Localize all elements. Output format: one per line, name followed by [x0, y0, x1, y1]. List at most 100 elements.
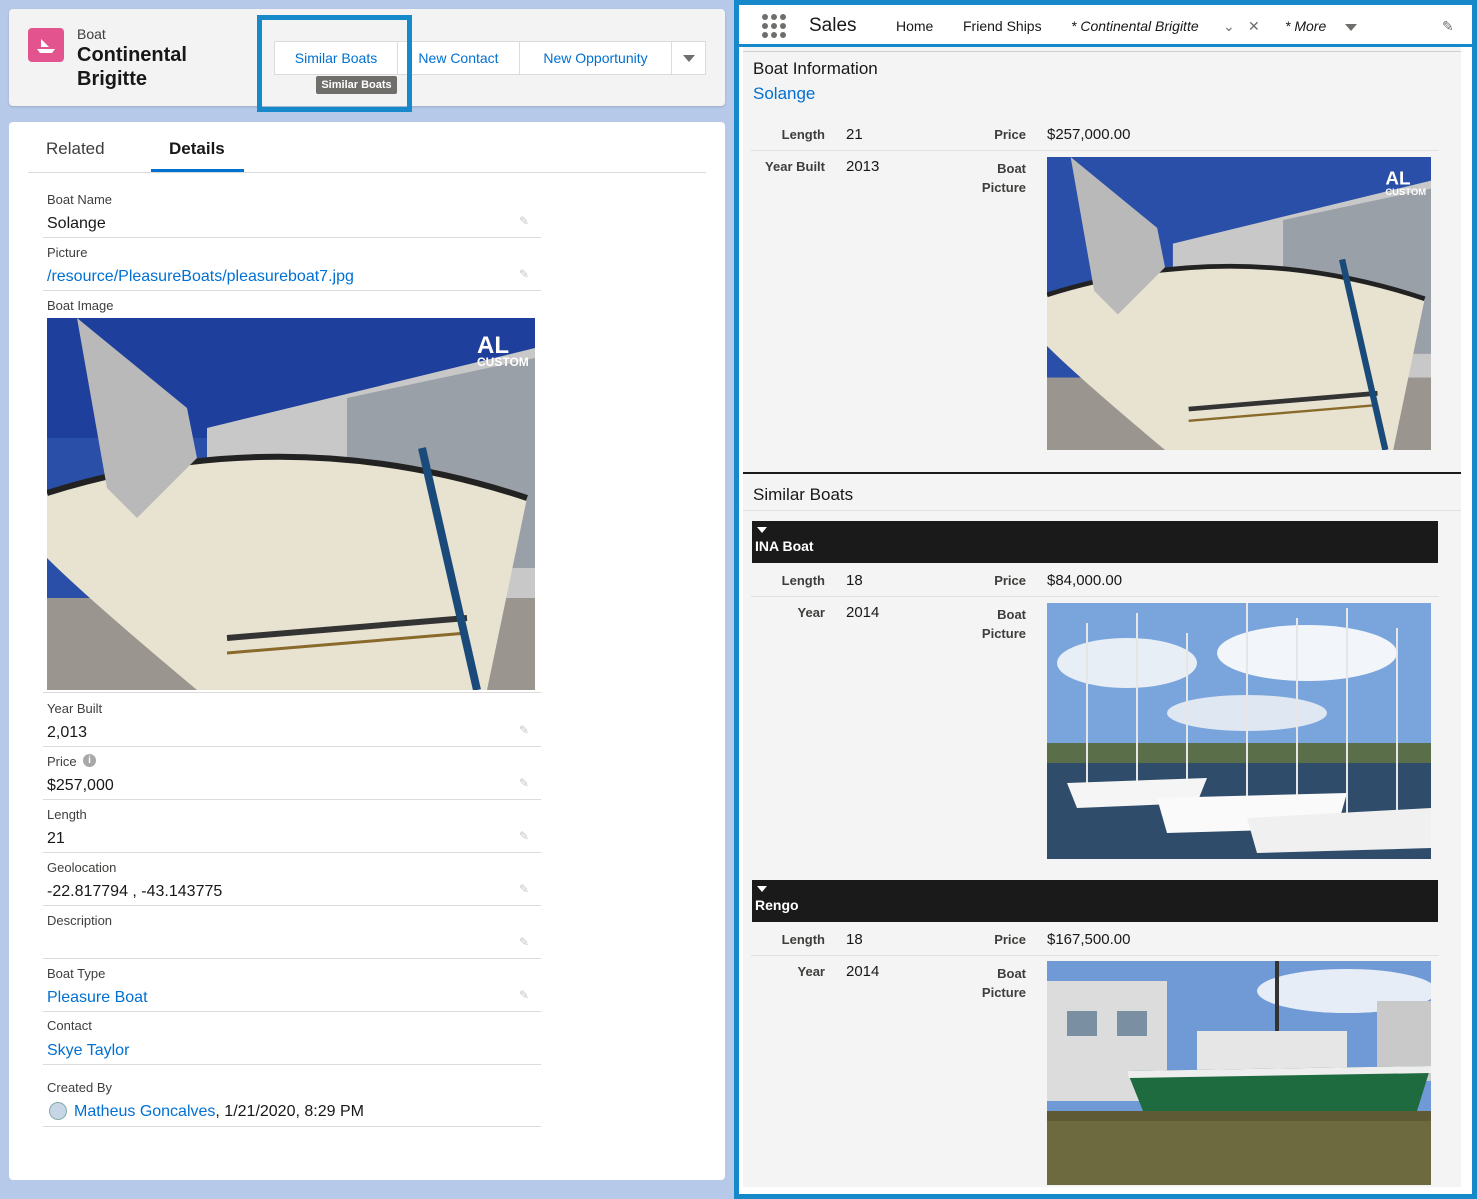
- similar-boats-heading: Similar Boats: [753, 485, 854, 504]
- boat-name-label: Boat Name: [47, 192, 113, 207]
- info-icon[interactable]: i: [83, 754, 96, 767]
- boat-picture: AL CUSTOM: [1047, 157, 1431, 450]
- price-value: $257,000.00: [1047, 126, 1131, 143]
- length-label: Length: [781, 932, 825, 947]
- geolocation-value: -22.817794 , -43.143775: [47, 883, 223, 900]
- similar-boat-header[interactable]: INA Boat: [752, 521, 1438, 563]
- boat-picture: [1047, 603, 1431, 859]
- year-value: 2013: [846, 158, 880, 175]
- details-card: Related Details Boat Name Solange ✎ Pict…: [9, 122, 725, 1180]
- year-label: Year: [797, 964, 825, 979]
- length-value: 21: [846, 126, 863, 143]
- chevron-down-icon[interactable]: ⌄: [1223, 18, 1235, 35]
- boat-image: AL CUSTOM: [47, 318, 535, 690]
- divider: [43, 1126, 541, 1127]
- svg-text:CUSTOM: CUSTOM: [1385, 187, 1426, 198]
- highlight-box: [257, 15, 412, 112]
- divider: [743, 472, 1461, 474]
- boat-info-heading: Boat Information: [753, 59, 878, 78]
- divider: [751, 955, 1439, 956]
- record-page: Boat Continental Brigitte Similar Boats …: [0, 0, 734, 1199]
- close-icon[interactable]: ✕: [1248, 18, 1260, 35]
- boat-icon: [28, 28, 64, 62]
- edit-icon[interactable]: ✎: [519, 935, 529, 949]
- divider: [43, 852, 541, 853]
- price-value: $167,500.00: [1047, 931, 1131, 948]
- chevron-down-icon[interactable]: [757, 886, 767, 892]
- created-by-date: , 1/21/2020, 8:29 PM: [215, 1103, 364, 1120]
- contact-link[interactable]: Skye Taylor: [47, 1042, 129, 1060]
- length-value: 18: [846, 572, 863, 589]
- edit-icon[interactable]: ✎: [519, 988, 529, 1002]
- chevron-down-icon[interactable]: [757, 527, 767, 533]
- boat-picture-label: Boat Picture: [981, 161, 1026, 195]
- contact-label: Contact: [47, 1018, 92, 1033]
- description-label: Description: [47, 913, 113, 928]
- boat-name-value: Solange: [47, 215, 106, 232]
- divider: [751, 150, 1439, 151]
- new-contact-button[interactable]: New Contact: [397, 41, 520, 75]
- app-launcher-icon[interactable]: [762, 14, 786, 38]
- edit-icon[interactable]: ✎: [519, 723, 529, 737]
- length-label: Length: [781, 573, 825, 588]
- divider: [743, 510, 1461, 511]
- length-value: 18: [846, 931, 863, 948]
- nav-home[interactable]: Home: [896, 18, 933, 34]
- boat-picture: [1047, 961, 1431, 1185]
- created-by-label: Created By: [47, 1080, 113, 1095]
- divider: [43, 799, 541, 800]
- year-built-label: Year Built: [47, 701, 103, 716]
- year-label: Year Built: [765, 159, 825, 174]
- price-label: Price: [994, 127, 1026, 142]
- nav-more[interactable]: * More: [1285, 18, 1326, 34]
- edit-nav-icon[interactable]: ✎: [1442, 18, 1454, 35]
- divider: [43, 1011, 541, 1012]
- boat-type-link[interactable]: Pleasure Boat: [47, 989, 148, 1007]
- nav-friend-ships[interactable]: Friend Ships: [963, 18, 1042, 34]
- record-title: Continental Brigitte: [77, 44, 187, 90]
- year-value: 2014: [846, 963, 880, 980]
- object-type-label: Boat: [77, 26, 106, 42]
- divider: [43, 958, 541, 959]
- mobile-preview: Sales Home Friend Ships * Continental Br…: [734, 0, 1477, 1199]
- divider: [43, 237, 541, 238]
- geolocation-label: Geolocation: [47, 860, 117, 875]
- new-opportunity-button[interactable]: New Opportunity: [519, 41, 672, 75]
- nav-continental-brigitte[interactable]: * Continental Brigitte: [1071, 18, 1199, 34]
- price-label: Price: [994, 932, 1026, 947]
- similar-boat-name: Rengo: [755, 897, 799, 913]
- boat-image-label: Boat Image: [47, 298, 114, 313]
- edit-icon[interactable]: ✎: [519, 214, 529, 228]
- boat-picture-label: Boat Picture: [981, 607, 1026, 641]
- boat-info-name-link[interactable]: Solange: [753, 84, 815, 104]
- tab-details[interactable]: Details: [169, 139, 225, 159]
- divider: [43, 746, 541, 747]
- year-label: Year: [797, 605, 825, 620]
- created-by-row: Matheus Goncalves, 1/21/2020, 8:29 PM: [74, 1103, 364, 1121]
- price-label: Price: [47, 754, 77, 769]
- svg-text:CUSTOM: CUSTOM: [477, 355, 529, 369]
- nav-bar: Sales Home Friend Ships * Continental Br…: [739, 5, 1472, 47]
- tooltip: Similar Boats: [316, 76, 397, 94]
- divider: [28, 172, 706, 173]
- edit-icon[interactable]: ✎: [519, 882, 529, 896]
- chevron-down-icon[interactable]: [1345, 24, 1357, 31]
- boat-type-label: Boat Type: [47, 966, 106, 981]
- length-value: 21: [47, 830, 65, 847]
- edit-icon[interactable]: ✎: [519, 776, 529, 790]
- edit-icon[interactable]: ✎: [519, 267, 529, 281]
- picture-link[interactable]: /resource/PleasureBoats/pleasureboat7.jp…: [47, 268, 354, 286]
- divider: [43, 1064, 541, 1065]
- created-by-user-link[interactable]: Matheus Goncalves: [74, 1103, 215, 1120]
- divider: [43, 290, 541, 291]
- avatar: [49, 1102, 67, 1120]
- tab-related[interactable]: Related: [46, 139, 105, 159]
- edit-icon[interactable]: ✎: [519, 829, 529, 843]
- year-built-value: 2,013: [47, 724, 88, 741]
- price-value: $257,000: [47, 777, 114, 794]
- divider: [43, 692, 541, 693]
- more-actions-button[interactable]: [671, 41, 706, 75]
- similar-boat-header[interactable]: Rengo: [752, 880, 1438, 922]
- boat-picture-label: Boat Picture: [981, 966, 1026, 1000]
- divider: [743, 51, 1461, 52]
